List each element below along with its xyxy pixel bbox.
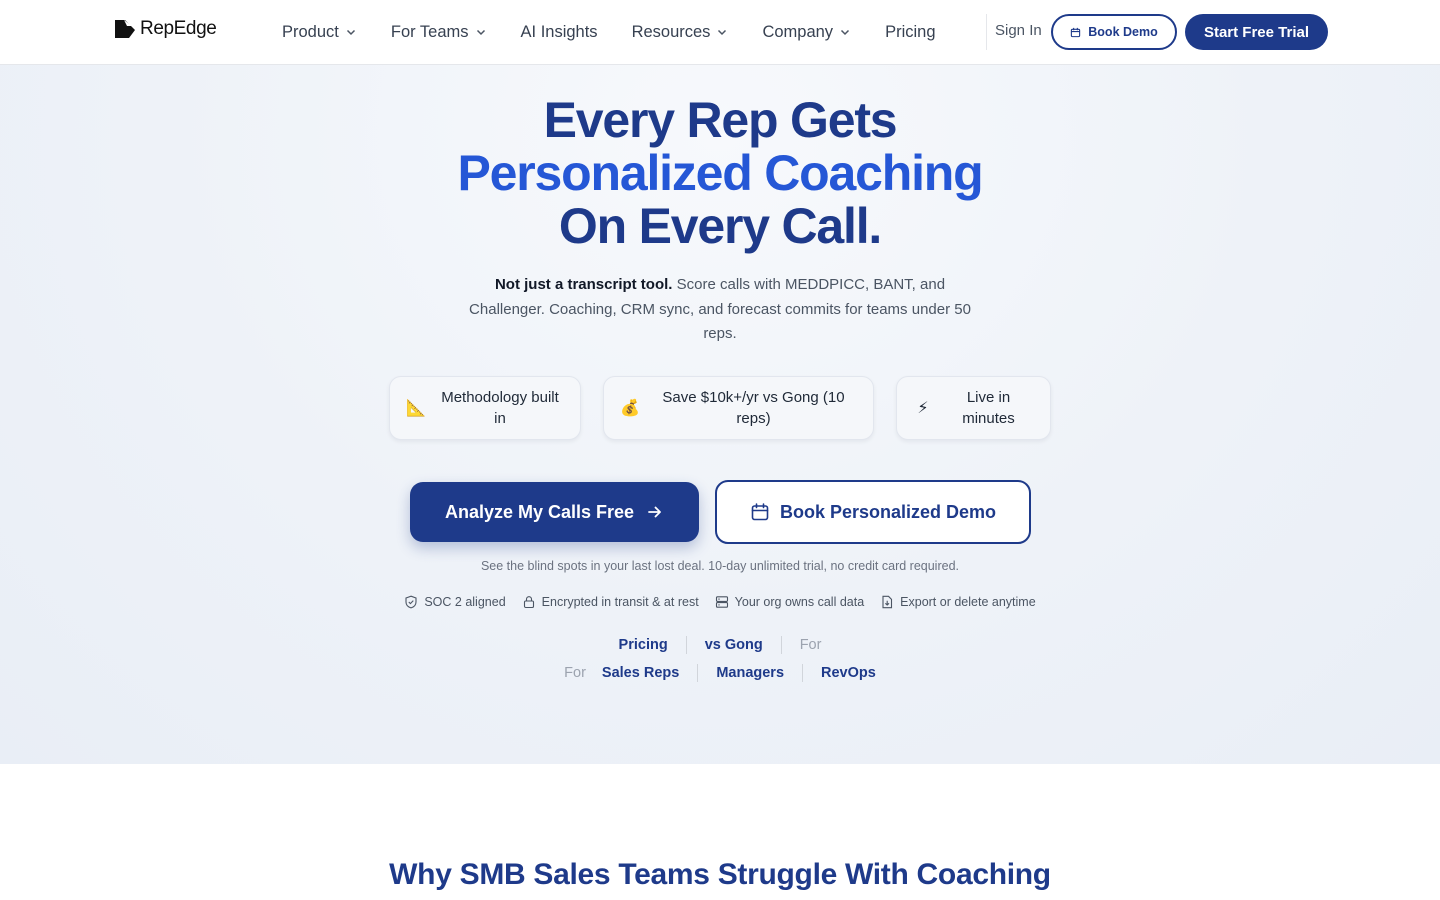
book-demo-label: Book Demo [1088, 25, 1158, 39]
nav-item-label: Company [762, 22, 834, 41]
trust-label: Your org owns call data [734, 595, 865, 609]
pill-label: Methodology built in [441, 389, 559, 427]
book-personalized-demo-label: Book Personalized Demo [779, 501, 997, 522]
sales-reps-link[interactable]: Sales Reps [602, 665, 679, 681]
trust-item-data-ownership: Your org owns call data [715, 595, 864, 609]
trial-fineprint: See the blind spots in your last lost de… [480, 559, 960, 573]
section-title: Why SMB Sales Teams Struggle With Coachi… [389, 858, 1051, 891]
hero-headline: Every Rep Gets Personalized Coaching On … [0, 94, 1440, 253]
vs-gong-link[interactable]: vs Gong [705, 637, 763, 653]
trust-label: Encrypted in transit & at rest [541, 595, 699, 609]
book-personalized-demo-button[interactable]: Book Personalized Demo [715, 480, 1031, 544]
logo-mark-icon [115, 20, 135, 38]
trust-label: Export or delete anytime [900, 595, 1036, 609]
hero-subheading: Not just a transcript tool. Score calls … [460, 273, 980, 347]
for-label: For [799, 637, 822, 653]
arrow-right-icon [648, 506, 661, 518]
triangular-ruler-icon: 📐 [406, 400, 426, 417]
link-separator [685, 636, 687, 654]
headline-line-2: Personalized Coaching [457, 145, 984, 201]
primary-nav: Product For Teams AI Insights Resources … [282, 0, 936, 64]
nav-item-for-teams[interactable]: For Teams [391, 23, 487, 42]
pill-methodology: 📐 Methodology built in [389, 376, 581, 440]
quick-links-row-1: Pricing vs Gong For [0, 636, 1440, 654]
link-separator [697, 664, 699, 682]
start-free-trial-button[interactable]: Start Free Trial [1185, 14, 1328, 50]
chevron-down-icon [718, 29, 727, 36]
revops-link[interactable]: RevOps [821, 665, 876, 681]
nav-item-label: AI Insights [520, 22, 598, 41]
nav-item-product[interactable]: Product [282, 23, 357, 42]
link-separator [802, 664, 804, 682]
chevron-down-icon [841, 29, 850, 36]
calendar-icon [751, 503, 769, 521]
nav-divider [986, 14, 987, 50]
server-icon [715, 596, 728, 608]
trust-item-export: Export or delete anytime [880, 595, 1036, 609]
headline-line-1: Every Rep Gets [543, 92, 898, 148]
brand-name: RepEdge [140, 18, 217, 39]
link-separator [780, 636, 782, 654]
value-pills: 📐 Methodology built in 💰 Save $10k+/yr v… [0, 376, 1440, 440]
trust-label: SOC 2 aligned [424, 595, 506, 609]
subheading-emphasis: Not just a transcript tool. [494, 276, 673, 293]
pill-label: Live in minutes [962, 389, 1015, 427]
lightning-icon: ⚡ [917, 400, 929, 417]
trust-item-encryption: Encrypted in transit & at rest [522, 595, 699, 609]
quick-links-row-2: For Sales Reps Managers RevOps [0, 664, 1440, 682]
start-trial-label: Start Free Trial [1203, 23, 1310, 41]
calendar-icon [1071, 27, 1081, 37]
file-download-icon [882, 595, 893, 609]
for-label: For [564, 665, 586, 681]
analyze-calls-button[interactable]: Analyze My Calls Free [410, 482, 699, 542]
chevron-down-icon [346, 29, 355, 36]
pill-savings: 💰 Save $10k+/yr vs Gong (10 reps) [603, 376, 874, 440]
nav-item-label: For Teams [390, 22, 469, 41]
analyze-calls-label: Analyze My Calls Free [444, 501, 635, 522]
brand-logo[interactable]: RepEdge [114, 17, 217, 41]
nav-item-label: Pricing [885, 22, 936, 41]
lock-icon [523, 596, 534, 609]
pill-label: Save $10k+/yr vs Gong (10 reps) [662, 389, 845, 427]
nav-item-label: Product [282, 22, 339, 41]
pricing-link[interactable]: Pricing [619, 637, 668, 653]
nav-item-company[interactable]: Company [762, 23, 851, 42]
trust-item-soc2: SOC 2 aligned [404, 595, 506, 609]
chevron-down-icon [476, 29, 485, 36]
shield-check-icon [405, 595, 417, 609]
nav-item-label: Resources [631, 22, 711, 41]
pill-live: ⚡ Live in minutes [896, 376, 1051, 440]
nav-item-ai-insights[interactable]: AI Insights [521, 23, 598, 42]
sign-in-link[interactable]: Sign In [995, 22, 1042, 39]
book-demo-button[interactable]: Book Demo [1051, 14, 1177, 50]
money-bag-icon: 💰 [620, 400, 640, 417]
nav-item-resources[interactable]: Resources [632, 23, 729, 42]
headline-line-3: On Every Call. [558, 198, 882, 254]
managers-link[interactable]: Managers [716, 665, 784, 681]
nav-item-pricing[interactable]: Pricing [885, 23, 935, 42]
top-navbar: RepEdge Product For Teams AI Insights Re… [0, 0, 1440, 65]
trust-badges: SOC 2 aligned Encrypted in transit & at … [0, 595, 1440, 609]
